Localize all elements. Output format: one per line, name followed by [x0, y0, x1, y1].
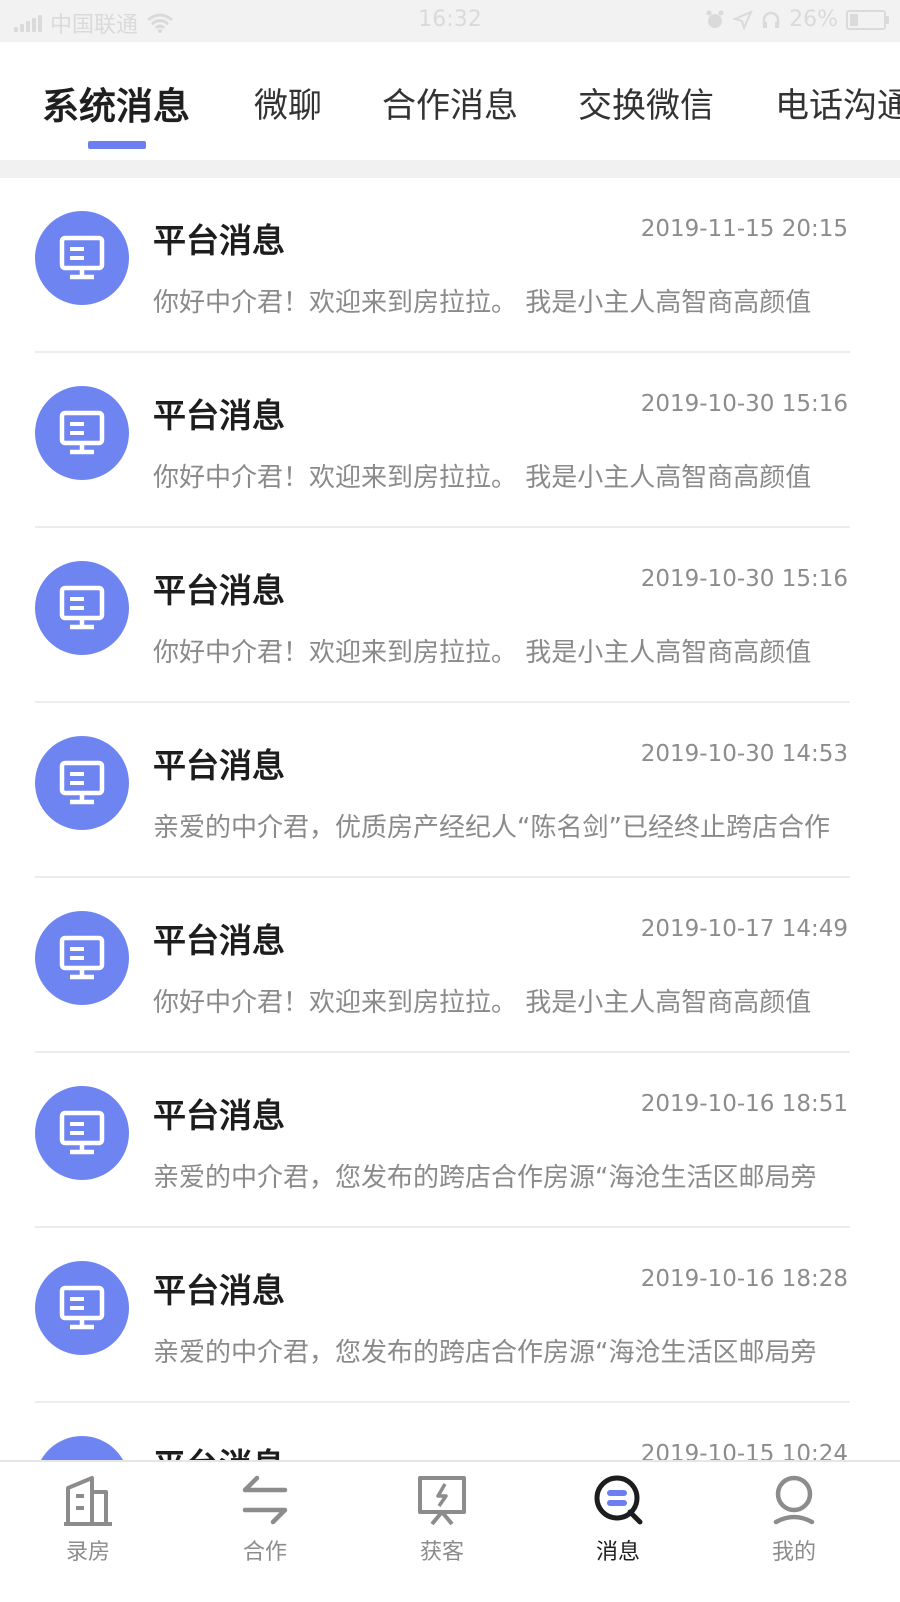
message-item[interactable]: 平台消息 2019-10-30 15:16 你好中介君！欢迎来到房拉拉。 我是小主人…	[0, 353, 900, 528]
monitor-icon	[59, 235, 105, 280]
message-preview: 亲爱的中介君，您发布的跨店合作房源“海沧生活区邮局旁	[153, 1163, 817, 1193]
platform-avatar	[35, 736, 129, 830]
message-title: 平台消息	[153, 746, 285, 785]
message-title: 平台消息	[153, 1271, 285, 1310]
location-icon	[733, 9, 754, 30]
chat-bubble-icon	[594, 1475, 643, 1525]
nav-label: 获客	[419, 1540, 464, 1565]
message-item[interactable]: 平台消息 2019-10-15 10:24	[0, 1403, 900, 1460]
platform-avatar	[35, 386, 129, 480]
message-title: 平台消息	[153, 1096, 285, 1135]
status-bar: 中国联通 16:32 26%	[0, 0, 900, 42]
platform-avatar	[35, 561, 129, 655]
battery-icon	[846, 9, 889, 30]
nav-item-record-house[interactable]: 录房	[28, 1472, 148, 1566]
message-time: 2019-10-30 15:16	[640, 566, 848, 592]
monitor-icon	[59, 410, 105, 455]
message-preview: 亲爱的中介君，优质房产经纪人“陈名剑”已经终止跨店合作	[153, 813, 830, 843]
nav-label: 消息	[595, 1540, 640, 1565]
message-time: 2019-10-17 14:49	[640, 916, 848, 942]
status-right: 26%	[705, 7, 889, 32]
message-item[interactable]: 平台消息 2019-10-17 14:49 你好中介君！欢迎来到房拉拉。 我是小主人…	[0, 878, 900, 1053]
message-preview: 你好中介君！欢迎来到房拉拉。 我是小主人高智商高颜值	[153, 463, 812, 493]
tab-wechat-chat[interactable]: 微聊	[254, 78, 322, 127]
platform-avatar	[35, 1261, 129, 1355]
swap-arrows-icon	[242, 1475, 288, 1525]
tab-system-messages[interactable]: 系统消息	[42, 76, 190, 130]
message-item[interactable]: 平台消息 2019-10-30 15:16 你好中介君！欢迎来到房拉拉。 我是小主人…	[0, 528, 900, 703]
message-title: 平台消息	[153, 221, 285, 260]
platform-avatar	[35, 1436, 129, 1460]
message-preview: 你好中介君！欢迎来到房拉拉。 我是小主人高智商高颜值	[153, 638, 812, 668]
message-item[interactable]: 平台消息 2019-10-16 18:28 亲爱的中介君，您发布的跨店合作房源“海沧…	[0, 1228, 900, 1403]
nav-item-messages[interactable]: 消息	[558, 1472, 678, 1566]
message-preview: 你好中介君！欢迎来到房拉拉。 我是小主人高智商高颜值	[153, 288, 812, 318]
tab-phone-communication[interactable]: 电话沟通	[775, 78, 900, 127]
message-preview: 亲爱的中介君，您发布的跨店合作房源“海沧生活区邮局旁	[153, 1338, 817, 1368]
message-time: 2019-10-16 18:28	[640, 1266, 848, 1292]
monitor-icon	[59, 585, 105, 630]
message-title: 平台消息	[153, 571, 285, 610]
message-time: 2019-10-16 18:51	[640, 1091, 848, 1117]
message-time: 2019-11-15 20:15	[640, 216, 848, 242]
monitor-icon	[59, 1110, 105, 1155]
battery-percent: 26%	[789, 7, 838, 32]
message-list: 平台消息 2019-11-15 20:15 你好中介君！欢迎来到房拉拉。 我是小主人…	[0, 178, 900, 1460]
monitor-icon	[59, 760, 105, 805]
message-tabs: 系统消息 微聊 合作消息 交换微信 电话沟通	[0, 42, 900, 160]
message-title: 平台消息	[153, 1439, 285, 1460]
alarm-icon	[706, 10, 724, 28]
nav-item-get-customers[interactable]: 获客	[382, 1472, 502, 1566]
bottom-nav: 录房 合作 获客 消息 我的	[0, 1460, 900, 1602]
building-icon	[64, 1476, 112, 1526]
tabs-divider	[0, 160, 900, 178]
nav-label: 录房	[65, 1540, 110, 1565]
person-icon	[773, 1475, 815, 1525]
monitor-icon	[59, 935, 105, 980]
nav-item-mine[interactable]: 我的	[734, 1472, 854, 1566]
active-tab-indicator	[88, 141, 146, 149]
message-item[interactable]: 平台消息 2019-10-30 14:53 亲爱的中介君，优质房产经纪人“陈名剑”已…	[0, 703, 900, 878]
platform-avatar	[35, 211, 129, 305]
message-item[interactable]: 平台消息 2019-11-15 20:15 你好中介君！欢迎来到房拉拉。 我是小主人…	[0, 178, 900, 353]
nav-label: 合作	[242, 1540, 287, 1565]
platform-avatar	[35, 1086, 129, 1180]
nav-label: 我的	[771, 1540, 816, 1565]
nav-item-cooperation[interactable]: 合作	[205, 1472, 325, 1566]
message-item[interactable]: 平台消息 2019-10-16 18:51 亲爱的中介君，您发布的跨店合作房源“海沧…	[0, 1053, 900, 1228]
message-title: 平台消息	[153, 396, 285, 435]
message-time: 2019-10-30 15:16	[640, 391, 848, 417]
monitor-icon	[59, 1285, 105, 1330]
platform-avatar	[35, 911, 129, 1005]
lightning-board-icon	[418, 1476, 466, 1526]
message-title: 平台消息	[153, 921, 285, 960]
message-time: 2019-10-15 10:24	[640, 1441, 848, 1460]
tab-exchange-wechat[interactable]: 交换微信	[578, 78, 714, 127]
tab-cooperation-messages[interactable]: 合作消息	[382, 78, 518, 127]
message-preview: 你好中介君！欢迎来到房拉拉。 我是小主人高智商高颜值	[153, 988, 812, 1018]
headphones-icon	[762, 11, 780, 28]
message-time: 2019-10-30 14:53	[640, 741, 848, 767]
